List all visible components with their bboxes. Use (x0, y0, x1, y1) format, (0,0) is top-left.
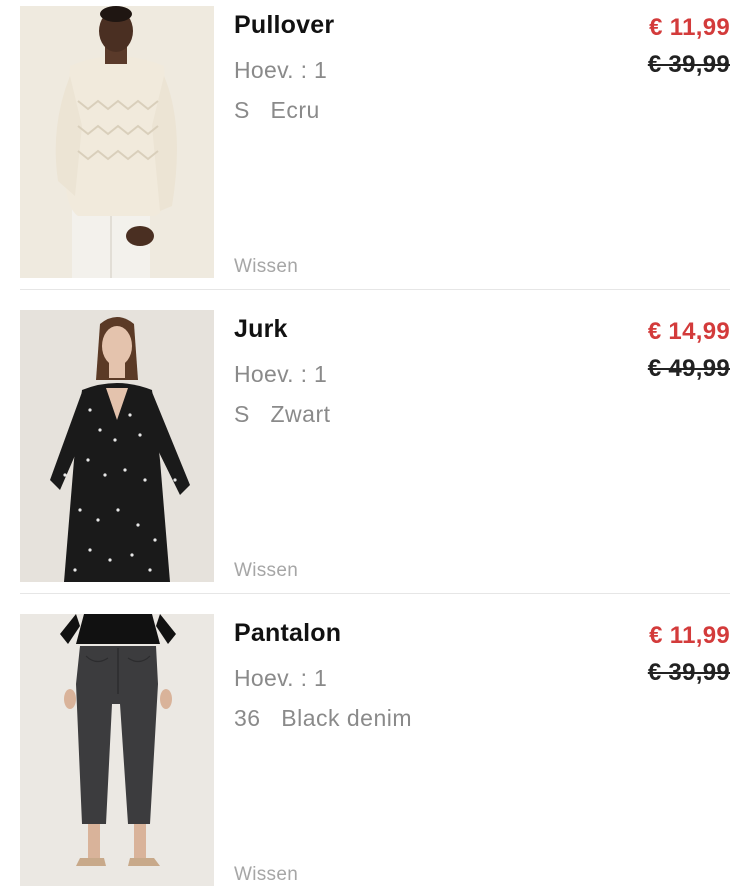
remove-button[interactable]: Wissen (234, 864, 298, 886)
item-divider (20, 593, 730, 594)
product-name[interactable]: Pullover (234, 11, 334, 40)
sale-price: € 14,99 (647, 318, 730, 345)
cart-item: Pantalon Hoev. : 1 36 Black denim Wissen… (0, 614, 750, 886)
jeans-photo (20, 614, 214, 886)
product-image-pullover[interactable] (20, 6, 214, 278)
item-divider (20, 289, 730, 290)
original-price: € 39,99 (647, 659, 730, 686)
original-price: € 49,99 (647, 355, 730, 382)
remove-button[interactable]: Wissen (234, 256, 298, 278)
sale-price: € 11,99 (649, 622, 730, 649)
product-name[interactable]: Jurk (234, 315, 288, 344)
sale-price: € 11,99 (649, 14, 730, 41)
product-image-jurk[interactable] (20, 310, 214, 582)
remove-button[interactable]: Wissen (234, 560, 298, 582)
product-name[interactable]: Pantalon (234, 619, 341, 648)
quantity-label[interactable]: Hoev. : 1 (234, 57, 327, 84)
product-image-pantalon[interactable] (20, 614, 214, 886)
quantity-label[interactable]: Hoev. : 1 (234, 665, 327, 692)
quantity-label[interactable]: Hoev. : 1 (234, 361, 327, 388)
size-color-label: 36 Black denim (234, 705, 413, 731)
cart-item: Jurk Hoev. : 1 S Zwart Wissen € 14,99 € … (0, 310, 750, 582)
pullover-photo (20, 6, 214, 278)
size-color-label: S Ecru (234, 97, 320, 123)
dress-photo (20, 310, 214, 582)
original-price: € 39,99 (647, 51, 730, 78)
size-color-label: S Zwart (234, 401, 331, 427)
cart-item: Pullover Hoev. : 1 S Ecru Wissen € 11,99… (0, 6, 750, 278)
